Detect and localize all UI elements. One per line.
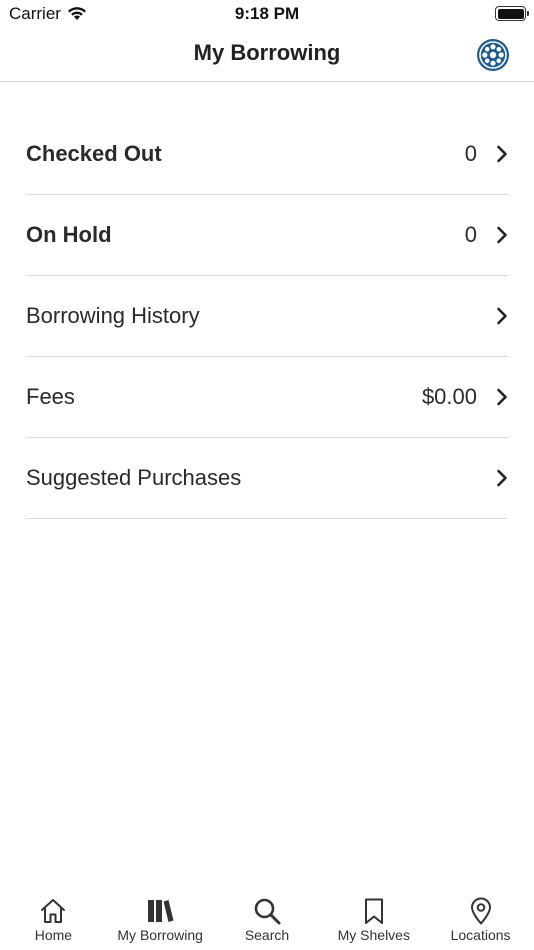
tab-locations[interactable]: Locations	[427, 882, 534, 950]
tab-label: My Shelves	[337, 927, 410, 943]
chevron-right-icon	[497, 226, 507, 244]
tab-bar: Home My Borrowing Search My Shelves Loca…	[0, 882, 534, 950]
row-label: On Hold	[26, 222, 112, 247]
battery-icon	[495, 6, 529, 21]
row-count: 0	[464, 141, 477, 166]
status-time: 9:18 PM	[234, 4, 300, 23]
navigation-bar: My Borrowing	[0, 28, 534, 82]
tab-label: My Borrowing	[117, 927, 203, 943]
row-label: Borrowing History	[26, 303, 200, 328]
library-logo-button[interactable]	[476, 38, 510, 72]
status-bar: Carrier 9:18 PM	[0, 0, 534, 28]
row-label: Fees	[26, 384, 75, 409]
tab-my-borrowing[interactable]: My Borrowing	[107, 882, 214, 950]
page-title: My Borrowing	[193, 40, 341, 65]
tab-home[interactable]: Home	[0, 882, 107, 950]
tab-label: Search	[244, 927, 290, 943]
row-count: 0	[464, 222, 477, 247]
my-borrowing-screen: Carrier 9:18 PM My Borrowing Checked Out…	[0, 0, 534, 950]
home-icon	[41, 899, 66, 923]
borrowing-menu-list: Checked Out 0 On Hold 0 Borrowing Histor…	[26, 114, 508, 519]
tab-label: Home	[34, 927, 73, 943]
fees-amount: $0.00	[421, 384, 477, 409]
chevron-right-icon	[497, 145, 507, 163]
chevron-right-icon	[497, 307, 507, 325]
bookmark-icon	[364, 898, 383, 924]
row-label: Checked Out	[26, 141, 162, 166]
tab-my-shelves[interactable]: My Shelves	[320, 882, 427, 950]
library-logo-icon	[477, 39, 509, 71]
checked-out-row[interactable]: Checked Out 0	[26, 114, 508, 195]
suggested-purchases-row[interactable]: Suggested Purchases	[26, 438, 508, 519]
chevron-right-icon	[497, 388, 507, 406]
map-pin-icon	[470, 897, 491, 925]
fees-row[interactable]: Fees $0.00	[26, 357, 508, 438]
chevron-right-icon	[497, 469, 507, 487]
tab-search[interactable]: Search	[214, 882, 321, 950]
borrowing-history-row[interactable]: Borrowing History	[26, 276, 508, 357]
search-icon	[254, 898, 281, 925]
tab-label: Locations	[450, 927, 511, 943]
row-label: Suggested Purchases	[26, 465, 242, 490]
on-hold-row[interactable]: On Hold 0	[26, 195, 508, 276]
books-icon	[148, 900, 174, 922]
